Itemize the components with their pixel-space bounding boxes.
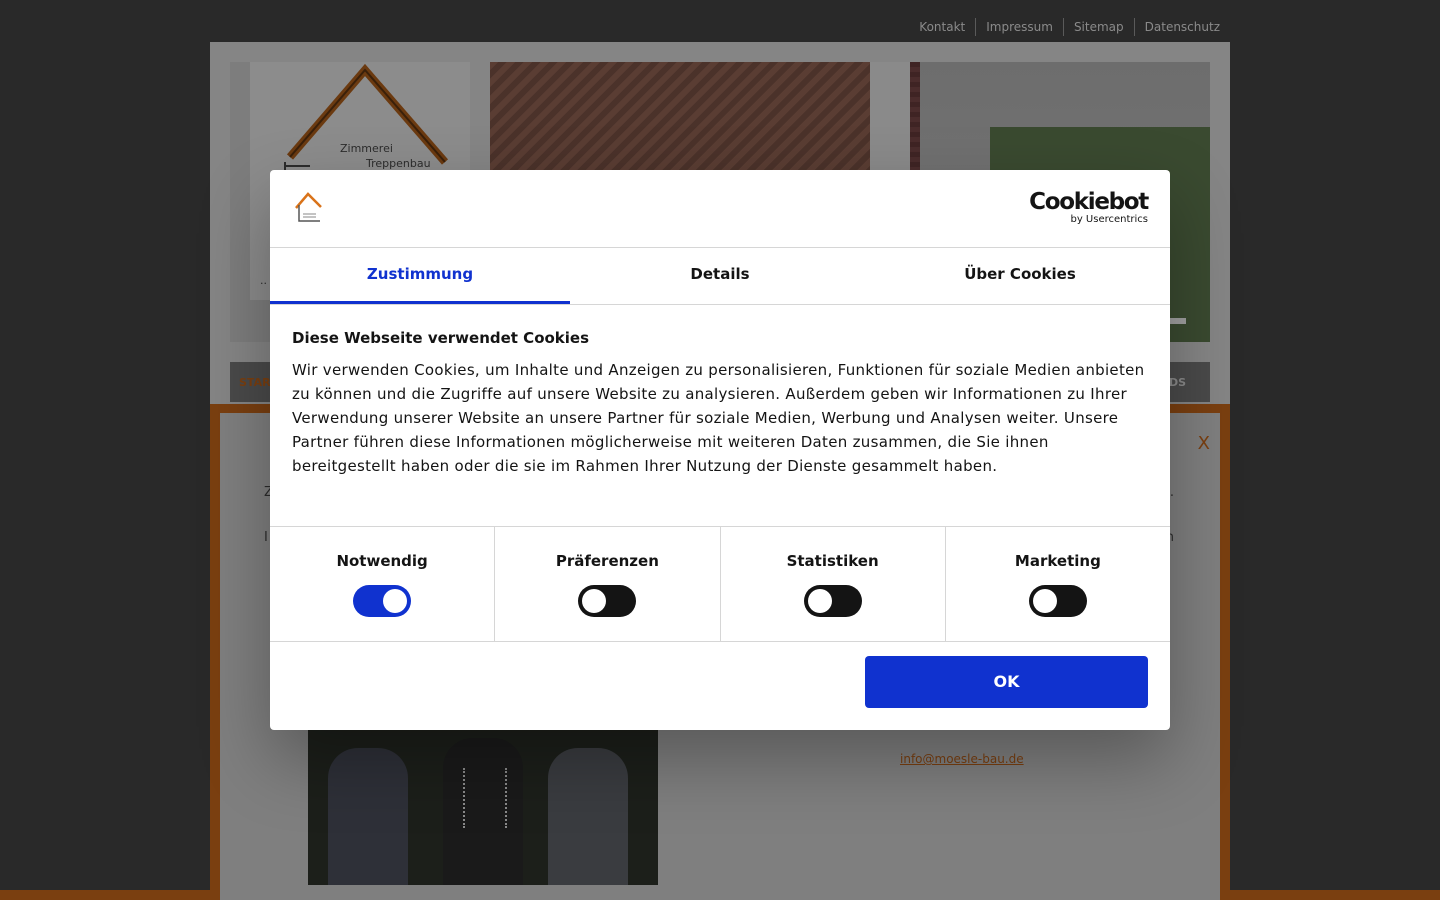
ok-button[interactable]: OK <box>865 656 1148 708</box>
dialog-description: Wir verwenden Cookies, um Inhalte und An… <box>292 361 1145 475</box>
dialog-header: Cookiebot by Usercentrics <box>270 170 1170 248</box>
tab-zustimmung[interactable]: Zustimmung <box>270 248 570 304</box>
dialog-body: Diese Webseite verwendet Cookies Wir ver… <box>292 328 1148 478</box>
category-label: Statistiken <box>786 552 879 570</box>
toggle-marketing[interactable] <box>1028 585 1087 617</box>
dialog-tabs: Zustimmung Details Über Cookies <box>270 248 1170 305</box>
toggle-praeferenzen[interactable] <box>578 585 637 617</box>
category-marketing: Marketing <box>944 527 1170 641</box>
toggle-knob <box>1032 589 1057 613</box>
consent-categories: Notwendig Präferenzen Statistiken Market… <box>270 526 1170 642</box>
cookiebot-logo: Cookiebot by Usercentrics <box>1029 189 1149 226</box>
category-label: Marketing <box>1014 552 1101 570</box>
cookiebot-subline: by Usercentrics <box>1070 214 1148 225</box>
category-label: Notwendig <box>336 552 428 570</box>
category-label: Präferenzen <box>555 552 659 570</box>
tab-details[interactable]: Details <box>570 248 870 304</box>
category-praeferenzen: Präferenzen <box>494 527 719 641</box>
toggle-notwendig[interactable] <box>353 585 412 617</box>
toggle-statistiken[interactable] <box>803 585 862 617</box>
category-notwendig: Notwendig <box>270 527 494 641</box>
cookiebot-wordmark: Cookiebot <box>1029 189 1149 215</box>
site-logo-icon <box>295 192 322 222</box>
toggle-knob <box>582 589 607 613</box>
toggle-knob <box>807 589 832 613</box>
dialog-title: Diese Webseite verwendet Cookies <box>292 329 590 347</box>
tab-ueber-cookies[interactable]: Über Cookies <box>870 248 1170 304</box>
toggle-knob <box>383 589 408 613</box>
category-statistiken: Statistiken <box>719 527 945 641</box>
cookie-consent-dialog: Cookiebot by Usercentrics Zustimmung Det… <box>270 170 1170 730</box>
